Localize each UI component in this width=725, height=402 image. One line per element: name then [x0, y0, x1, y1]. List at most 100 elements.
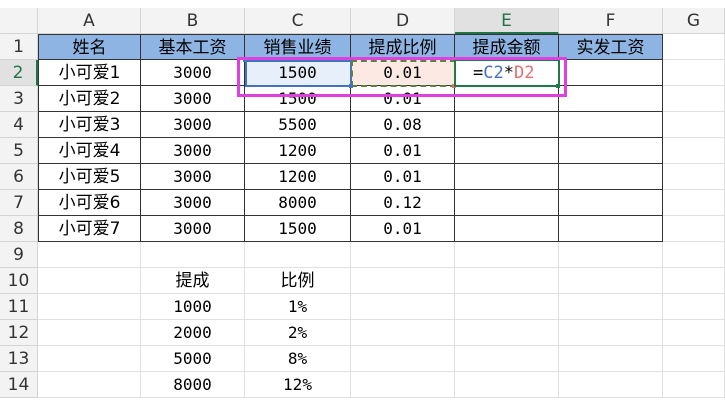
cell[interactable] [455, 294, 559, 320]
cell[interactable] [38, 320, 141, 346]
row-header-9[interactable]: 9 [0, 242, 38, 268]
cell-name[interactable]: 小可爱3 [38, 112, 141, 138]
cell[interactable] [559, 242, 663, 268]
table-header-cell[interactable]: 实发工资 [559, 34, 663, 60]
lookup-threshold-cell[interactable]: 1000 [141, 294, 245, 320]
table-header-cell[interactable]: 销售业绩 [245, 34, 351, 60]
table-header-cell[interactable]: 提成比例 [351, 34, 455, 60]
cell[interactable] [141, 242, 245, 268]
cell[interactable] [455, 372, 559, 398]
cell[interactable] [663, 164, 725, 190]
select-all-corner[interactable] [0, 8, 38, 34]
column-header-e[interactable]: E [455, 8, 559, 34]
cell-name[interactable]: 小可爱2 [38, 86, 141, 112]
cell[interactable] [559, 372, 663, 398]
cell[interactable] [351, 320, 455, 346]
cell[interactable] [663, 372, 725, 398]
cell-net-pay[interactable] [559, 112, 663, 138]
cell[interactable] [38, 294, 141, 320]
cell-net-pay[interactable] [559, 190, 663, 216]
cell[interactable] [351, 242, 455, 268]
cell-commission-rate[interactable]: 0.01 [351, 60, 455, 86]
table-header-cell[interactable]: 提成金额 [455, 34, 559, 60]
cell-sales[interactable]: 5500 [245, 112, 351, 138]
cell-name[interactable]: 小可爱7 [38, 216, 141, 242]
ref-handle-c2[interactable] [349, 84, 353, 88]
cell[interactable] [38, 268, 141, 294]
cell[interactable] [663, 242, 725, 268]
column-header-a[interactable]: A [38, 8, 141, 34]
cell[interactable] [559, 294, 663, 320]
table-header-cell[interactable]: 姓名 [38, 34, 141, 60]
cell-base-salary[interactable]: 3000 [141, 112, 245, 138]
cell-commission-rate[interactable]: 0.01 [351, 164, 455, 190]
lookup-rate-cell[interactable]: 2% [245, 320, 351, 346]
cell-commission-amount[interactable] [455, 164, 559, 190]
cell[interactable] [351, 268, 455, 294]
cell-sales[interactable]: 1500 [245, 86, 351, 112]
cell-net-pay[interactable] [559, 86, 663, 112]
cell-base-salary[interactable]: 3000 [141, 164, 245, 190]
fill-handle[interactable] [556, 84, 560, 88]
table-header-cell[interactable]: 基本工资 [141, 34, 245, 60]
cell-commission-rate[interactable]: 0.01 [351, 138, 455, 164]
cell-base-salary[interactable]: 3000 [141, 216, 245, 242]
cell[interactable] [663, 86, 725, 112]
cell-base-salary[interactable]: 3000 [141, 190, 245, 216]
cell-net-pay[interactable] [559, 138, 663, 164]
cell-commission-amount[interactable] [455, 138, 559, 164]
cell-base-salary[interactable]: 3000 [141, 60, 245, 86]
cell[interactable] [351, 294, 455, 320]
cell[interactable] [455, 320, 559, 346]
lookup-threshold-cell[interactable]: 8000 [141, 372, 245, 398]
column-header-c[interactable]: C [245, 8, 351, 34]
ref-handle-c2[interactable] [243, 58, 247, 62]
cell-commission-rate[interactable]: 0.01 [351, 216, 455, 242]
lookup-header-cell[interactable]: 提成 [141, 268, 245, 294]
cell[interactable] [245, 242, 351, 268]
lookup-rate-cell[interactable]: 12% [245, 372, 351, 398]
row-header-11[interactable]: 11 [0, 294, 38, 320]
row-header-14[interactable]: 14 [0, 372, 38, 398]
cell[interactable] [663, 190, 725, 216]
lookup-threshold-cell[interactable]: 5000 [141, 346, 245, 372]
cell[interactable] [351, 372, 455, 398]
row-header-2[interactable]: 2 [0, 60, 38, 86]
column-header-g[interactable]: G [663, 8, 725, 34]
cell[interactable] [663, 216, 725, 242]
cell[interactable] [663, 34, 725, 60]
spreadsheet-grid[interactable]: A B C D E F G 1 姓名 基本工资 销售业绩 提成比例 提成金额 实… [0, 0, 725, 402]
cell[interactable] [663, 112, 725, 138]
cell[interactable] [559, 346, 663, 372]
cell[interactable] [663, 346, 725, 372]
cell-commission-rate[interactable]: 0.12 [351, 190, 455, 216]
cell[interactable] [559, 320, 663, 346]
cell-net-pay[interactable] [559, 164, 663, 190]
cell-commission-rate[interactable]: 0.01 [351, 86, 455, 112]
column-header-d[interactable]: D [351, 8, 455, 34]
cell[interactable] [351, 346, 455, 372]
cell-commission-rate[interactable]: 0.08 [351, 112, 455, 138]
lookup-rate-cell[interactable]: 8% [245, 346, 351, 372]
row-header-10[interactable]: 10 [0, 268, 38, 294]
cell-commission-amount[interactable] [455, 86, 559, 112]
cell[interactable] [663, 294, 725, 320]
cell[interactable] [455, 242, 559, 268]
cell-net-pay[interactable] [559, 60, 663, 86]
cell-sales[interactable]: 1200 [245, 164, 351, 190]
cell-sales[interactable]: 1500 [245, 216, 351, 242]
lookup-threshold-cell[interactable]: 2000 [141, 320, 245, 346]
cell-commission-amount[interactable] [455, 190, 559, 216]
row-header-13[interactable]: 13 [0, 346, 38, 372]
lookup-header-cell[interactable]: 比例 [245, 268, 351, 294]
formula-edit-cell[interactable]: =C2*D2 [455, 60, 559, 86]
cell-net-pay[interactable] [559, 216, 663, 242]
cell-name[interactable]: 小可爱4 [38, 138, 141, 164]
cell[interactable] [38, 372, 141, 398]
cell[interactable] [663, 268, 725, 294]
cell-commission-amount[interactable] [455, 112, 559, 138]
cell-base-salary[interactable]: 3000 [141, 138, 245, 164]
cell[interactable] [455, 268, 559, 294]
row-header-4[interactable]: 4 [0, 112, 38, 138]
cell[interactable] [663, 60, 725, 86]
